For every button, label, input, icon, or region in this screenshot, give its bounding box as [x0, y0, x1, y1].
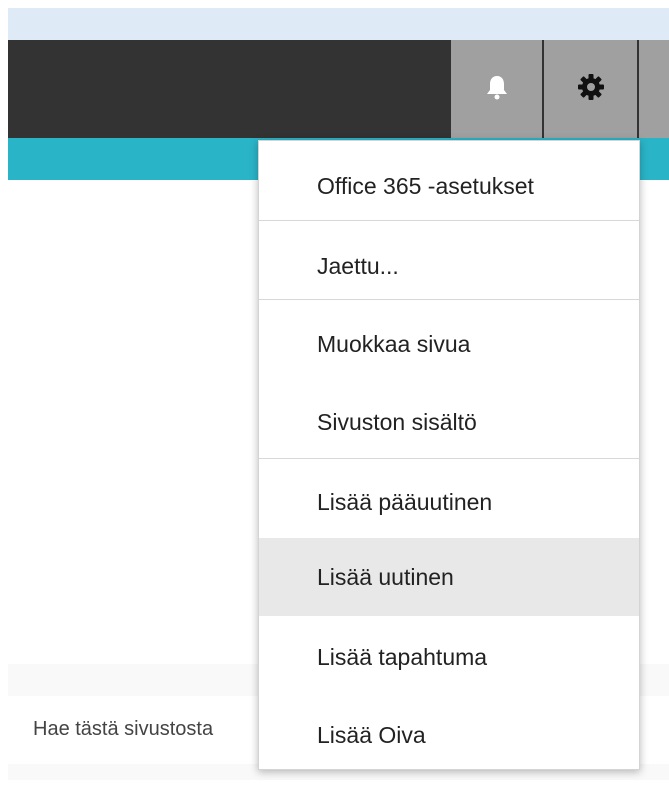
- top-strip: [8, 8, 669, 40]
- menu-item-site-contents[interactable]: Sivuston sisältö: [259, 383, 639, 461]
- suite-bar: [8, 40, 669, 138]
- search-placeholder: Hae tästä sivustosta: [33, 718, 214, 740]
- gear-icon: [577, 73, 605, 106]
- menu-item-add-news[interactable]: Lisää uutinen: [259, 538, 639, 616]
- menu-divider: [259, 220, 639, 221]
- notifications-button[interactable]: [451, 40, 542, 138]
- menu-divider: [259, 299, 639, 300]
- menu-item-add-top-news[interactable]: Lisää pääuutinen: [259, 463, 639, 541]
- settings-button[interactable]: [544, 40, 637, 138]
- menu-item-add-event[interactable]: Lisää tapahtuma: [259, 618, 639, 696]
- settings-menu: Office 365 -asetukset Jaettu... Muokkaa …: [258, 140, 640, 770]
- menu-item-add-oiva[interactable]: Lisää Oiva: [259, 696, 639, 774]
- menu-item-edit-page[interactable]: Muokkaa sivua: [259, 305, 639, 383]
- more-button[interactable]: [639, 40, 669, 138]
- menu-item-shared[interactable]: Jaettu...: [259, 227, 639, 305]
- bell-icon: [486, 74, 508, 105]
- menu-item-office365-settings[interactable]: Office 365 -asetukset: [259, 147, 639, 225]
- menu-divider: [259, 458, 639, 459]
